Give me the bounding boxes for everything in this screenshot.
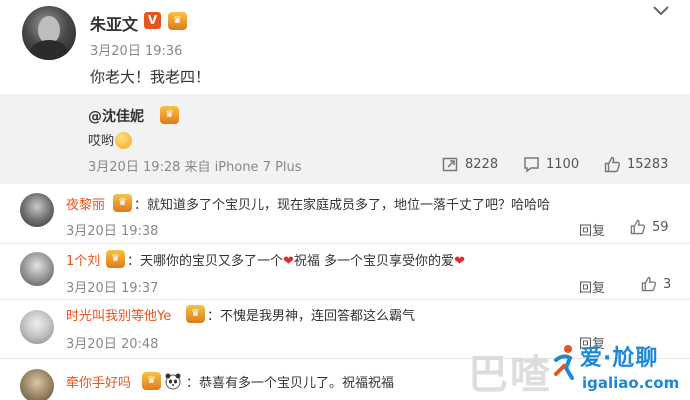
reply-button[interactable]: 回复 [579, 220, 605, 239]
comment-text: ：天哪你的宝贝又多了一个❤祝福 多一个宝贝享受你的爱❤ [127, 254, 465, 269]
like-icon [641, 276, 657, 292]
runner-icon [554, 345, 574, 380]
commenter-avatar[interactable] [20, 252, 54, 286]
comment-time: 3月20日 20:48 [66, 337, 159, 352]
comment-like-button[interactable]: 3 [641, 276, 671, 292]
comment-time: 3月20日 19:38 [66, 224, 159, 239]
comment-button[interactable]: 1100 [523, 154, 579, 174]
post-time[interactable]: 3月20日 19:36 [90, 40, 182, 59]
vip-icon[interactable]: V [144, 12, 161, 29]
comment-item: 夜黎丽 ♛ ：就知道多了个宝贝儿，现在家庭成员多了，地位一落千丈了吧？哈哈哈 3… [0, 185, 690, 243]
reposted-card[interactable]: @沈佳妮 ♛ 哎哟 3月20日 19:28 来自 iPhone 7 Plus 8… [0, 94, 690, 184]
medal-icon[interactable]: ♛ [113, 194, 132, 212]
medal-icon[interactable]: ♛ [142, 372, 161, 390]
heart-icon: ❤ [454, 254, 465, 269]
comment-time: 3月20日 19:37 [66, 281, 159, 296]
commenter-name[interactable]: 牵你手好吗 [66, 372, 131, 391]
commenter-name[interactable]: 夜黎丽 [66, 194, 105, 213]
comment-like-button[interactable]: 59 [630, 219, 669, 235]
repost-meta: 3月20日 19:28 来自 iPhone 7 Plus [88, 160, 302, 175]
commenter-avatar[interactable] [20, 310, 54, 344]
weibo-post: 朱亚文 V ♛ 3月20日 19:36 你老大！我老四！ @沈佳妮 ♛ 哎哟 3… [0, 0, 690, 185]
chevron-down-icon[interactable] [652, 4, 670, 18]
blush-emoji-icon [115, 132, 133, 149]
comment-count: 1100 [546, 156, 580, 172]
commenter-name[interactable]: 时光叫我别等他Ye [66, 305, 171, 324]
comment-icon [524, 156, 539, 172]
comment-text: ：不愧是我男神，连回答都这么霸气 [207, 309, 416, 324]
commenter-avatar[interactable] [20, 369, 54, 400]
like-icon [604, 156, 621, 172]
watermark: 巴喳 爱·尬聊 igaliao.com [468, 336, 690, 400]
medal-icon[interactable]: ♛ [168, 12, 187, 30]
post-text: 你老大！我老四！ [90, 68, 211, 86]
comment-text: ：恭喜有多一个宝贝儿了。祝福祝福 [186, 376, 395, 391]
medal-icon[interactable]: ♛ [160, 106, 179, 124]
commenter-name[interactable]: 1个刘 [66, 250, 100, 269]
author-avatar[interactable] [22, 6, 76, 60]
watermark-url: igaliao.com [582, 374, 680, 392]
repost-button[interactable]: 8228 [442, 154, 498, 174]
heart-icon: ❤ [283, 254, 294, 269]
like-count: 15283 [627, 156, 669, 172]
watermark-cn-text: 巴喳 [468, 352, 552, 398]
medal-icon[interactable]: ♛ [106, 250, 125, 268]
like-icon [630, 219, 646, 235]
like-button[interactable]: 15283 [604, 154, 668, 174]
medal-icon[interactable]: ♛ [186, 305, 205, 323]
comment-like-count: 3 [663, 276, 672, 292]
commenter-avatar[interactable] [20, 193, 54, 227]
author-name[interactable]: 朱亚文 [90, 11, 138, 35]
watermark-title: 爱·尬聊 [580, 346, 659, 371]
reply-button[interactable]: 回复 [579, 277, 605, 296]
panda-icon [165, 373, 181, 390]
repost-icon [442, 157, 458, 171]
repost-author[interactable]: @沈佳妮 [88, 106, 144, 126]
comment-text: ：就知道多了个宝贝儿，现在家庭成员多了，地位一落千丈了吧？哈哈哈 [134, 198, 551, 213]
repost-count: 8228 [465, 156, 499, 172]
comment-item: 1个刘 ♛ ：天哪你的宝贝又多了一个❤祝福 多一个宝贝享受你的爱❤ 3月20日 … [0, 244, 690, 299]
repost-text: 哎哟 [88, 130, 133, 149]
comment-like-count: 59 [652, 219, 669, 235]
